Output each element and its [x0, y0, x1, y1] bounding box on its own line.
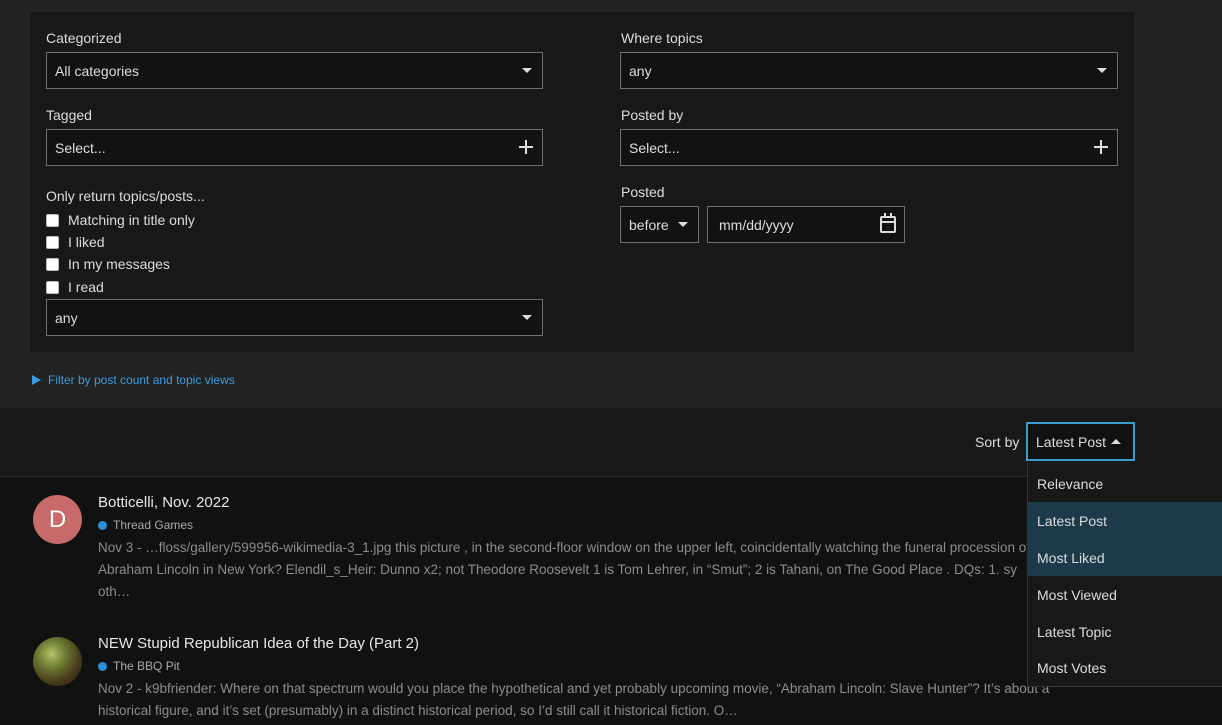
- tag-chooser[interactable]: Select...: [46, 129, 543, 166]
- checkbox-title-only[interactable]: Matching in title only: [46, 211, 195, 229]
- sort-by-label: Sort by: [975, 434, 1020, 450]
- checkbox-i-liked[interactable]: I liked: [46, 233, 105, 251]
- user-chooser[interactable]: Select...: [620, 129, 1118, 166]
- sort-select[interactable]: Latest Post: [1026, 422, 1135, 461]
- posted-when-select[interactable]: before: [620, 206, 699, 243]
- triangle-right-icon: [32, 375, 41, 385]
- sort-select-value: Latest Post: [1036, 433, 1107, 450]
- sort-dropdown-menu: Relevance Latest Post Most Liked Most Vi…: [1027, 462, 1222, 687]
- blurb-line: historical figure, and it’s set (presuma…: [98, 703, 738, 718]
- sort-option-relevance[interactable]: Relevance: [1028, 465, 1222, 502]
- plus-icon: [1094, 140, 1108, 154]
- sort-option-most-votes[interactable]: Most Votes: [1028, 649, 1222, 686]
- where-topics-select[interactable]: any: [620, 52, 1118, 89]
- categorized-label: Categorized: [46, 30, 122, 46]
- category-dot-icon: [98, 520, 107, 530]
- checkbox-box[interactable]: [46, 257, 59, 271]
- chevron-down-icon: [522, 315, 532, 320]
- checkbox-label: I liked: [68, 234, 105, 250]
- blurb-line: Nov 2 - k9bfriender: Where on that spect…: [98, 681, 1050, 696]
- result-blurb: Nov 3 - …floss/gallery/599956-wikimedia-…: [98, 537, 1098, 603]
- sort-option-most-viewed[interactable]: Most Viewed: [1028, 576, 1222, 613]
- chevron-down-icon: [678, 222, 688, 227]
- avatar[interactable]: [33, 637, 82, 686]
- plus-icon: [519, 140, 533, 154]
- checkbox-label: Matching in title only: [68, 212, 195, 228]
- posted-label: Posted: [621, 184, 665, 200]
- avatar[interactable]: D: [33, 495, 82, 544]
- checkbox-box[interactable]: [46, 213, 59, 227]
- checkbox-in-my-messages[interactable]: In my messages: [46, 255, 170, 273]
- where-topics-value: any: [629, 62, 652, 79]
- chevron-down-icon: [1097, 68, 1107, 73]
- date-placeholder: mm/dd/yyyy: [719, 216, 794, 233]
- blurb-line: Nov 3 - …floss/gallery/599956-wikimedia-…: [98, 540, 1031, 555]
- checkbox-label: In my messages: [68, 256, 170, 272]
- advanced-filter-toggle-label: Filter by post count and topic views: [48, 373, 235, 387]
- posted-by-label: Posted by: [621, 107, 684, 123]
- category-select[interactable]: All categories: [46, 52, 543, 89]
- checkbox-label: I read: [68, 279, 104, 295]
- posted-when-value: before: [629, 216, 669, 233]
- sort-option-latest-topic[interactable]: Latest Topic: [1028, 613, 1222, 650]
- result-blurb: Nov 2 - k9bfriender: Where on that spect…: [98, 678, 1098, 722]
- search-filters-panel: Categorized All categories Tagged Select…: [30, 12, 1134, 352]
- advanced-filter-toggle[interactable]: Filter by post count and topic views: [32, 373, 235, 387]
- result-category[interactable]: Thread Games: [98, 518, 193, 532]
- status-select-value: any: [55, 309, 78, 326]
- status-select[interactable]: any: [46, 299, 543, 336]
- user-chooser-placeholder: Select...: [629, 139, 680, 156]
- where-topics-label: Where topics: [621, 30, 703, 46]
- checkbox-box[interactable]: [46, 280, 59, 294]
- result-category[interactable]: The BBQ Pit: [98, 659, 180, 673]
- category-select-value: All categories: [55, 62, 140, 79]
- result-category-name: The BBQ Pit: [113, 659, 180, 673]
- tagged-label: Tagged: [46, 107, 92, 123]
- chevron-up-icon: [1111, 439, 1121, 444]
- sort-option-most-liked[interactable]: Most Liked: [1028, 539, 1222, 576]
- chevron-down-icon: [522, 68, 532, 73]
- blurb-line: oth…: [98, 584, 131, 599]
- only-return-label: Only return topics/posts...: [46, 188, 205, 204]
- result-title[interactable]: NEW Stupid Republican Idea of the Day (P…: [98, 635, 419, 652]
- result-title[interactable]: Botticelli, Nov. 2022: [98, 494, 229, 511]
- checkbox-box[interactable]: [46, 235, 59, 249]
- tag-chooser-placeholder: Select...: [55, 139, 106, 156]
- posted-date-input[interactable]: mm/dd/yyyy: [707, 206, 905, 243]
- sort-option-latest-post[interactable]: Latest Post: [1028, 502, 1222, 539]
- blurb-line: Abraham Lincoln in New York? Elendil_s_H…: [98, 562, 1017, 577]
- checkbox-i-read[interactable]: I read: [46, 278, 104, 296]
- result-category-name: Thread Games: [113, 518, 194, 532]
- calendar-icon[interactable]: [880, 213, 896, 233]
- category-dot-icon: [98, 661, 107, 671]
